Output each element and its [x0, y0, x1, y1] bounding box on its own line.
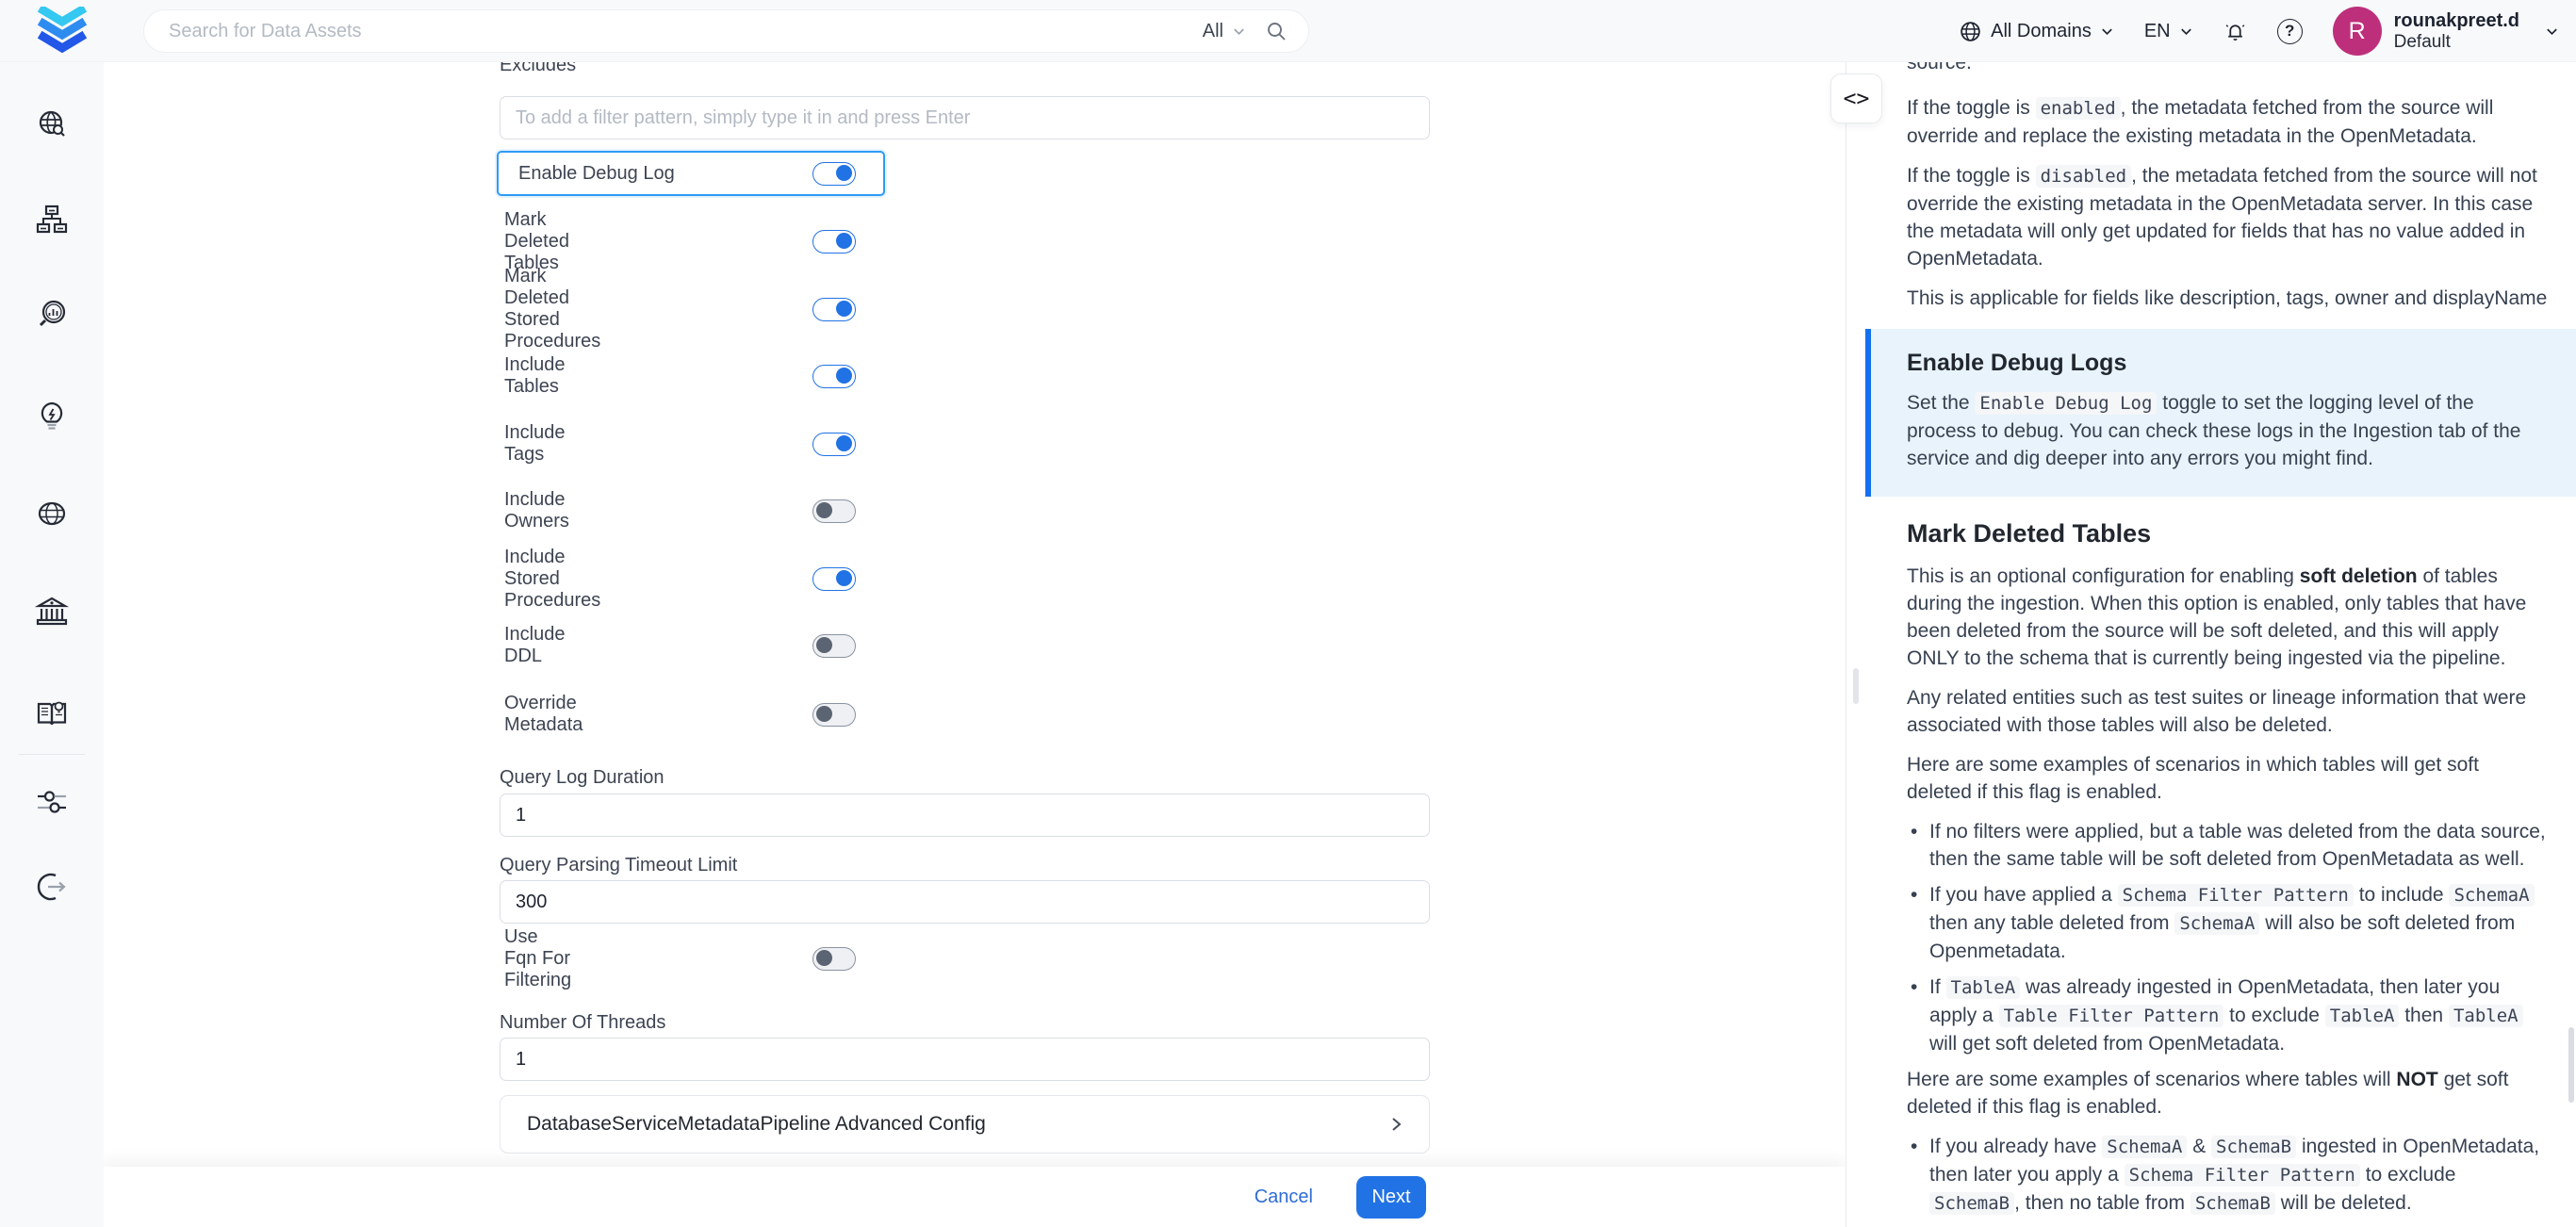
form-footer: Cancel Next [104, 1167, 1846, 1227]
view-json-code-button[interactable]: <> [1830, 74, 1882, 123]
openmetadata-logo[interactable] [36, 7, 89, 56]
query-parsing-timeout-input[interactable] [500, 880, 1430, 924]
bell-icon[interactable] [2223, 20, 2247, 43]
header-actions: All Domains EN ? R rounakpreet.d Default [1959, 0, 2559, 62]
mark-deleted-tables-toggle[interactable] [812, 230, 856, 254]
toggle-label: Include Stored Procedures [504, 547, 600, 612]
docs-paragraph: Any related entities such as test suites… [1907, 684, 2548, 739]
search-scope-dropdown[interactable]: All [1203, 21, 1246, 42]
query-log-duration-label: Query Log Duration [500, 767, 665, 789]
logout-icon[interactable] [33, 868, 71, 906]
language-dropdown[interactable]: EN [2144, 21, 2193, 42]
toggle-label: Enable Debug Log [518, 163, 675, 185]
pipeline-config-form: Excludes Enable Debug Log Mark Deleted T… [104, 62, 1846, 1227]
docs-clipped-line: source. [1907, 62, 2548, 94]
chevron-down-icon [2545, 25, 2559, 39]
help-icon[interactable]: ? [2277, 19, 2303, 44]
include-tables-toggle[interactable] [812, 365, 856, 388]
insights-icon[interactable] [33, 398, 71, 435]
main-scrollbar-thumb[interactable] [1853, 668, 1859, 704]
query-parsing-timeout-label: Query Parsing Timeout Limit [500, 855, 737, 876]
docs-content: source. If the toggle is enabled, the me… [1846, 62, 2576, 1227]
docs-bullet: If no filters were applied, but a table … [1907, 818, 2548, 873]
cancel-button[interactable]: Cancel [1255, 1186, 1313, 1208]
docs-paragraph: Here are some examples of scenarios wher… [1907, 1066, 2548, 1121]
chevron-down-icon [2100, 25, 2114, 39]
knowledge-center-icon[interactable] [33, 694, 71, 731]
toggle-label: Include DDL [504, 624, 566, 667]
docs-bullet: If you have applied a Schema Filter Patt… [1907, 881, 2548, 965]
toggle-label: Mark Deleted Stored Procedures [504, 266, 600, 352]
docs-scrollbar-thumb[interactable] [2568, 1027, 2574, 1103]
sidebar-divider [19, 754, 85, 755]
chevron-down-icon [2179, 25, 2193, 39]
docs-heading: Mark Deleted Tables [1907, 519, 2548, 548]
docs-callout: Enable Debug Logs Set the Enable Debug Lo… [1865, 329, 2576, 497]
user-name: rounakpreet.d [2394, 9, 2519, 32]
openmetadata-app: Search for Data Assets All All Domains E… [0, 0, 2576, 1227]
docs-paragraph: If the toggle is enabled, the metadata f… [1907, 94, 2548, 150]
advanced-config-collapse[interactable]: DatabaseServiceMetadataPipeline Advanced… [500, 1095, 1430, 1153]
domains-dropdown[interactable]: All Domains [1959, 20, 2114, 43]
docs-paragraph: This is applicable for fields like descr… [1907, 285, 2548, 312]
docs-callout-title: Enable Debug Logs [1907, 350, 2523, 377]
search-placeholder: Search for Data Assets [169, 21, 1203, 42]
docs-flow: If the toggle is enabled, the metadata f… [1907, 94, 2548, 1227]
advanced-config-label: DatabaseServiceMetadataPipeline Advanced… [527, 1113, 1387, 1136]
use-fqn-for-filtering-toggle[interactable] [812, 947, 856, 971]
global-search-input[interactable]: Search for Data Assets All [143, 9, 1309, 53]
docs-paragraph: If the toggle is disabled, the metadata … [1907, 162, 2548, 272]
docs-bullet: If TableA was already ingested in OpenMe… [1907, 973, 2548, 1057]
toggle-label: Include Tables [504, 354, 566, 398]
sitemap-icon[interactable] [33, 201, 71, 238]
search-scope-value: All [1203, 21, 1223, 42]
toggle-label: Use Fqn For Filtering [504, 926, 571, 991]
excludes-input[interactable] [500, 96, 1430, 139]
override-metadata-toggle[interactable] [812, 703, 856, 727]
globe-icon [1959, 20, 1982, 43]
mark-deleted-stored-procedures-toggle[interactable] [812, 298, 856, 321]
docs-paragraph: Here are some examples of scenarios in w… [1907, 751, 2548, 806]
user-names: rounakpreet.d Default [2394, 9, 2519, 54]
toggle-label: Include Tags [504, 422, 566, 466]
enable-debug-log-toggle[interactable] [812, 162, 856, 186]
docs-bullet: If you already have SchemaA & SchemaB in… [1907, 1133, 2548, 1218]
chevron-down-icon [1232, 25, 1246, 39]
include-tags-toggle[interactable] [812, 433, 856, 456]
number-of-threads-input[interactable] [500, 1038, 1430, 1081]
search-icon[interactable] [1265, 20, 1288, 42]
user-menu[interactable]: R rounakpreet.d Default [2333, 7, 2559, 56]
enable-debug-log-row: Enable Debug Log [497, 151, 885, 196]
docs-callout-body: Set the Enable Debug Log toggle to set t… [1907, 389, 2523, 472]
toggle-label: Override Metadata [504, 693, 582, 736]
domains-label: All Domains [1991, 21, 2092, 42]
top-header: Search for Data Assets All All Domains E… [0, 0, 2576, 62]
language-value: EN [2144, 21, 2171, 42]
docs-panel: source. If the toggle is enabled, the me… [1846, 62, 2576, 1227]
domains-icon[interactable] [33, 495, 71, 532]
next-button[interactable]: Next [1356, 1176, 1426, 1219]
avatar: R [2333, 7, 2382, 56]
include-owners-toggle[interactable] [812, 499, 856, 523]
number-of-threads-label: Number Of Threads [500, 1012, 665, 1034]
user-team: Default [2394, 32, 2519, 54]
toggle-label: Mark Deleted Tables [504, 209, 569, 274]
toggle-label: Include Owners [504, 489, 569, 532]
chevron-right-icon [1387, 1116, 1404, 1133]
docs-paragraph: This is an optional configuration for en… [1907, 563, 2548, 672]
explore-icon[interactable] [33, 106, 71, 143]
excludes-label: Excludes [500, 62, 576, 76]
include-stored-procedures-toggle[interactable] [812, 567, 856, 591]
include-ddl-toggle[interactable] [812, 634, 856, 658]
logo-chevrons-icon [36, 7, 89, 56]
settings-icon[interactable] [33, 783, 71, 821]
observability-icon[interactable] [33, 296, 71, 334]
govern-icon[interactable] [33, 593, 71, 630]
left-nav-sidebar [0, 62, 104, 1227]
query-log-duration-input[interactable] [500, 793, 1430, 837]
